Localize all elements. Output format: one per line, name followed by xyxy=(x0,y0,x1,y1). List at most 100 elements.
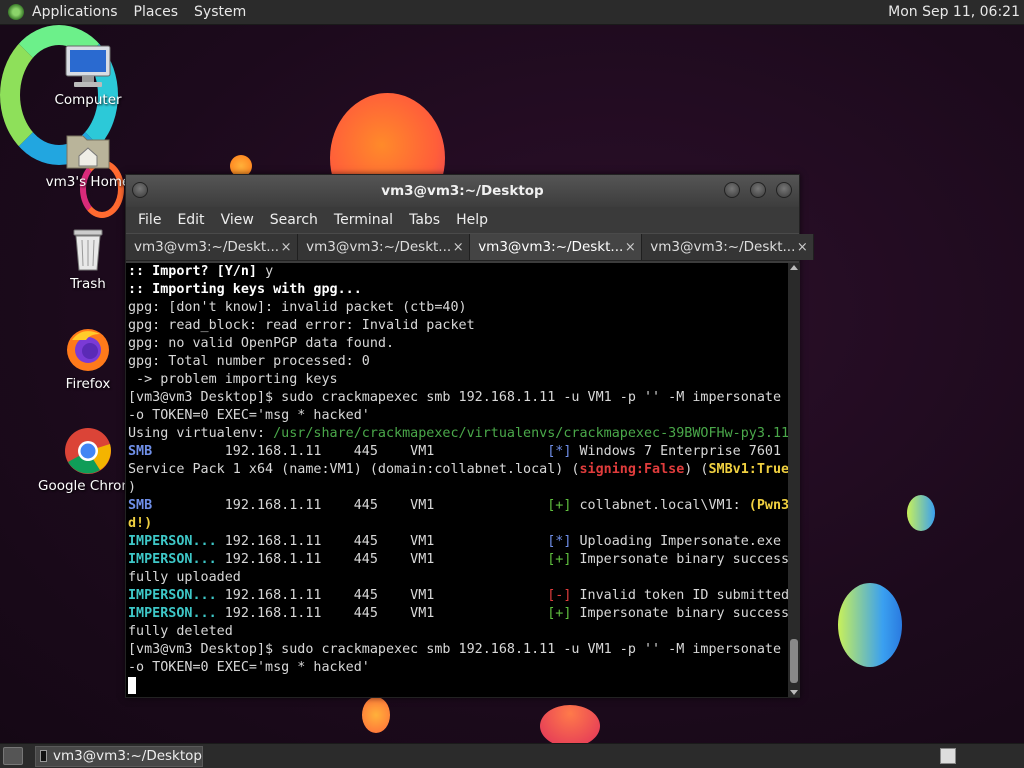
terminal-line: gpg: [don't know]: invalid packet (ctb=4… xyxy=(128,299,788,317)
terminal-line: Using virtualenv: /usr/share/crackmapexe… xyxy=(128,425,788,443)
places-menu[interactable]: Places xyxy=(126,4,187,20)
menu-edit[interactable]: Edit xyxy=(169,212,212,228)
terminal-text: IMPERSON... xyxy=(128,552,217,567)
desktop-icon-trash[interactable]: Trash xyxy=(38,226,138,292)
terminal-line: -> problem importing keys xyxy=(128,371,788,389)
terminal-text: SMBv1:True xyxy=(708,462,788,477)
terminal-text: Impersonate binary success xyxy=(571,552,788,567)
terminal-text: [-] xyxy=(547,588,572,603)
terminal-text: signing:False xyxy=(579,462,685,477)
computer-icon xyxy=(65,45,111,87)
tab-close-icon[interactable]: × xyxy=(451,240,465,255)
tab-label: vm3@vm3:~/Deskt... xyxy=(134,239,280,255)
terminal-line: fully deleted xyxy=(128,623,788,641)
terminal-text: collabnet.local\VM1: xyxy=(571,498,749,513)
terminal-cursor-line xyxy=(128,677,788,695)
menu-search[interactable]: Search xyxy=(262,212,326,228)
tab-label: vm3@vm3:~/Deskt... xyxy=(306,239,452,255)
terminal-text: Invalid token ID submitted xyxy=(571,588,788,603)
trash-icon xyxy=(73,229,103,271)
desktop-icon-computer[interactable]: Computer xyxy=(38,44,138,108)
desktop-icon-firefox[interactable]: Firefox xyxy=(38,326,138,392)
terminal-text: gpg: read_block: read error: Invalid pac… xyxy=(128,318,475,333)
taskbar-item-label: vm3@vm3:~/Desktop xyxy=(52,748,202,764)
terminal-text: 192.168.1.11 445 VM1 xyxy=(216,588,548,603)
terminal-line: -o TOKEN=0 EXEC='msg * hacked' xyxy=(128,659,788,677)
workspace-switcher[interactable] xyxy=(940,748,956,764)
window-titlebar[interactable]: vm3@vm3:~/Desktop xyxy=(126,175,799,207)
terminal-text: gpg: [don't know]: invalid packet (ctb=4… xyxy=(128,300,467,315)
terminal-text: (Pwn3 xyxy=(748,498,788,513)
menu-file[interactable]: File xyxy=(130,212,169,228)
terminal-text: /usr/share/crackmapexec/virtualenvs/crac… xyxy=(273,426,788,441)
terminal-text: IMPERSON... xyxy=(128,588,217,603)
terminal-line: gpg: no valid OpenPGP data found. xyxy=(128,335,788,353)
terminal-text: ) ( xyxy=(684,462,709,477)
wallpaper-blue-dot-large xyxy=(838,583,902,667)
terminal-text: fully uploaded xyxy=(128,570,241,585)
terminal-tab-1[interactable]: vm3@vm3:~/Deskt... × xyxy=(126,234,299,260)
terminal-line: SMB 192.168.1.11 445 VM1 [*] Windows 7 E… xyxy=(128,443,788,461)
applications-menu[interactable]: Applications xyxy=(24,4,126,20)
terminal-tab-3[interactable]: vm3@vm3:~/Deskt... × xyxy=(470,234,643,260)
terminal-text: [+] xyxy=(547,498,572,513)
terminal-line: SMB 192.168.1.11 445 VM1 [+] collabnet.l… xyxy=(128,497,788,515)
scroll-down-icon[interactable] xyxy=(790,690,798,695)
show-desktop-button[interactable] xyxy=(3,747,23,765)
terminal-text: [+] xyxy=(547,552,572,567)
terminal-text: Windows 7 Enterprise 7601 xyxy=(571,444,782,459)
desktop-icon-chrome[interactable]: Google Chrome xyxy=(38,426,138,494)
terminal-text: 192.168.1.11 445 VM1 xyxy=(216,606,548,621)
menu-tabs[interactable]: Tabs xyxy=(401,212,448,228)
tab-label: vm3@vm3:~/Deskt... xyxy=(478,239,624,255)
applications-icon[interactable] xyxy=(8,4,24,20)
terminal-line: :: Import? [Y/n] y xyxy=(128,263,788,281)
desktop-icon-label: Firefox xyxy=(65,376,111,392)
terminal-window[interactable]: vm3@vm3:~/Desktop File Edit View Search … xyxy=(125,174,815,698)
terminal-text: 192.168.1.11 445 VM1 xyxy=(152,444,548,459)
terminal-text: :: Importing keys with gpg... xyxy=(128,282,362,297)
firefox-icon xyxy=(67,329,109,371)
terminal-text: SMB xyxy=(128,498,153,513)
tab-close-icon[interactable]: × xyxy=(795,240,809,255)
home-folder-icon xyxy=(66,135,110,169)
terminal-text: d!) xyxy=(128,516,153,531)
wallpaper-blue-dot-small xyxy=(907,495,935,531)
tab-close-icon[interactable]: × xyxy=(623,240,637,255)
desktop-icon-home[interactable]: vm3's Home xyxy=(38,128,138,190)
terminal-text: Impersonate binary success xyxy=(571,606,788,621)
terminal-line: Service Pack 1 x64 (name:VM1) (domain:co… xyxy=(128,461,788,479)
close-button[interactable] xyxy=(776,182,792,198)
window-title: vm3@vm3:~/Desktop xyxy=(381,183,544,199)
terminal-line: [vm3@vm3 Desktop]$ sudo crackmapexec smb… xyxy=(128,389,788,407)
bottom-panel: vm3@vm3:~/Desktop xyxy=(0,743,1024,768)
terminal-output[interactable]: :: Import? [Y/n] y:: Importing keys with… xyxy=(126,263,788,697)
terminal-text: [+] xyxy=(547,606,572,621)
terminal-line: gpg: read_block: read error: Invalid pac… xyxy=(128,317,788,335)
terminal-scrollbar[interactable] xyxy=(788,263,800,697)
clock[interactable]: Mon Sep 11, 06:21 xyxy=(888,4,1024,20)
minimize-button[interactable] xyxy=(724,182,740,198)
menu-view[interactable]: View xyxy=(213,212,262,228)
maximize-button[interactable] xyxy=(750,182,766,198)
tab-close-icon[interactable]: × xyxy=(279,240,293,255)
terminal-tab-2[interactable]: vm3@vm3:~/Deskt... × xyxy=(298,234,471,260)
terminal-text: -> problem importing keys xyxy=(128,372,338,387)
terminal-text: [vm3@vm3 Desktop]$ sudo crackmapexec smb… xyxy=(128,642,782,657)
terminal-text: 192.168.1.11 445 VM1 xyxy=(216,534,548,549)
terminal-text: SMB xyxy=(128,444,153,459)
desktop-icon-label: vm3's Home xyxy=(45,174,131,190)
menu-terminal[interactable]: Terminal xyxy=(326,212,401,228)
taskbar-item-terminal[interactable]: vm3@vm3:~/Desktop xyxy=(35,745,203,767)
system-menu[interactable]: System xyxy=(186,4,254,20)
scrollbar-thumb[interactable] xyxy=(790,639,798,683)
terminal-tab-4[interactable]: vm3@vm3:~/Deskt... × xyxy=(642,234,815,260)
window-menu-button[interactable] xyxy=(132,182,148,198)
terminal-text: -o TOKEN=0 EXEC='msg * hacked' xyxy=(128,408,370,423)
terminal-line: IMPERSON... 192.168.1.11 445 VM1 [*] Upl… xyxy=(128,533,788,551)
scroll-up-icon[interactable] xyxy=(790,265,798,270)
terminal-text: ) xyxy=(128,480,137,495)
terminal-line: IMPERSON... 192.168.1.11 445 VM1 [+] Imp… xyxy=(128,551,788,569)
menu-help[interactable]: Help xyxy=(448,212,496,228)
terminal-text: Uploading Impersonate.exe xyxy=(571,534,782,549)
